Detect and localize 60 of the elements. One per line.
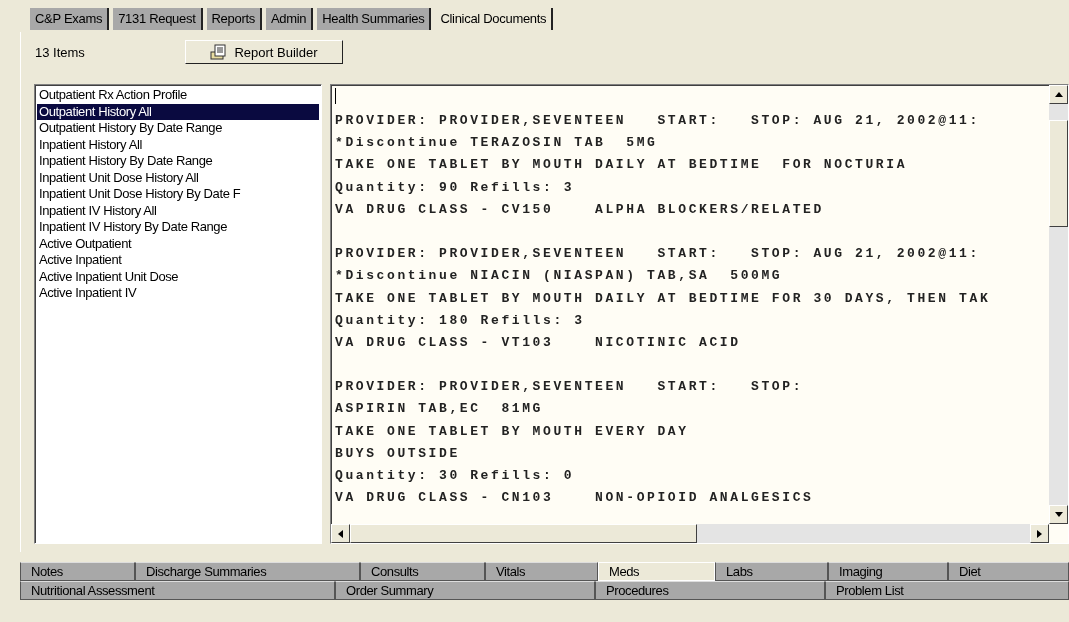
tab[interactable]: Consults [360,562,485,581]
list-item[interactable]: Inpatient IV History All [37,202,319,219]
list-item[interactable]: Inpatient Unit Dose History All [37,169,319,186]
text-line: VA DRUG CLASS - CV150 ALPHA BLOCKERS/RELATED [335,200,825,219]
down-arrow-icon[interactable] [1054,512,1063,517]
list-item[interactable]: Active Outpatient [37,235,319,252]
text-line: Quantity: 90 Refills: 3 [335,178,576,197]
text-line: TAKE ONE TABLET BY MOUTH DAILY AT BEDTIME FOR 30 DAYS, THEN TAK [335,289,992,308]
up-arrow-icon[interactable] [1054,92,1063,97]
list-item[interactable]: Inpatient History By Date Range [37,153,319,170]
right-arrow-icon[interactable] [1037,529,1042,538]
tab[interactable]: Admin [265,8,314,30]
tab[interactable]: Order Summary [335,581,595,600]
tab[interactable]: Labs [715,562,828,581]
text-line: Quantity: 30 Refills: 0 [335,467,576,485]
tab[interactable]: 7131 Request [113,8,203,30]
tab[interactable]: Diet [948,562,1069,581]
text-line: *Discontinue TERAZOSIN TAB 5MG [335,134,659,153]
text-line: Quantity: 180 Refills: 3 [335,311,586,330]
text-line: BUYS OUTSIDE [335,444,461,463]
text-line: PROVIDER: PROVIDER,SEVENTEEN START: STOP: AUG 21, 2002@11: [335,245,981,264]
list-item[interactable]: Inpatient IV History By Date Range [37,219,319,236]
list-item[interactable]: Active Inpatient Unit Dose [37,268,319,285]
tab[interactable]: Reports [206,8,262,30]
list-item[interactable]: Outpatient History By Date Range [37,120,319,137]
report-builder-button[interactable]: Report Builder [185,40,343,64]
text-line: TAKE ONE TABLET BY MOUTH EVERY DAY [335,422,690,441]
tab[interactable]: C&P Exams [30,8,110,30]
list-item[interactable]: Active Inpatient [37,252,319,269]
report-list[interactable] [34,84,322,544]
list-item[interactable]: Outpatient History All [37,103,319,120]
text-line: PROVIDER: PROVIDER,SEVENTEEN START: STOP: [335,378,805,397]
document-icon [210,44,229,60]
report-text-area[interactable] [330,84,1069,544]
tab[interactable]: Discharge Summaries [135,562,360,581]
scroll-thumb[interactable] [1049,120,1068,227]
list-item[interactable]: Outpatient Rx Action Profile [37,87,319,104]
tab[interactable]: Health Summaries [317,8,432,30]
vertical-scrollbar[interactable] [1049,85,1068,524]
text-line: PROVIDER: PROVIDER,SEVENTEEN START: STOP: AUG 21, 2002@11: [335,112,981,130]
horizontal-scrollbar[interactable] [331,524,1049,543]
text-line: ASPIRIN TAB,EC 81MG [335,400,545,419]
text-line: *Discontinue NIACIN (NIASPAN) TAB,SA 500MG [335,267,784,286]
list-item[interactable]: Inpatient Unit Dose History By Date F [37,186,319,203]
scroll-thumb[interactable] [350,524,697,543]
left-arrow-icon[interactable] [338,529,343,538]
tab[interactable]: Vitals [485,562,598,581]
list-item[interactable]: Active Inpatient IV [37,285,319,302]
list-item[interactable]: Inpatient History All [37,136,319,153]
tab[interactable]: Procedures [595,581,825,600]
tab[interactable]: Notes [20,562,135,581]
tab[interactable]: Imaging [828,562,948,581]
tab[interactable]: Meds [598,562,715,581]
text-line: TAKE ONE TABLET BY MOUTH DAILY AT BEDTIME FOR NOCTURIA [335,156,909,175]
text-cursor [335,88,336,104]
text-line: VA DRUG CLASS - CN103 NON-OPIOID ANALGESICS [335,489,815,508]
item-count: 13 Items [35,44,86,60]
tab[interactable]: Nutritional Assessment [20,581,335,600]
tab[interactable]: Problem List [825,581,1069,600]
text-line: VA DRUG CLASS - VT103 NICOTINIC ACID [335,333,742,352]
